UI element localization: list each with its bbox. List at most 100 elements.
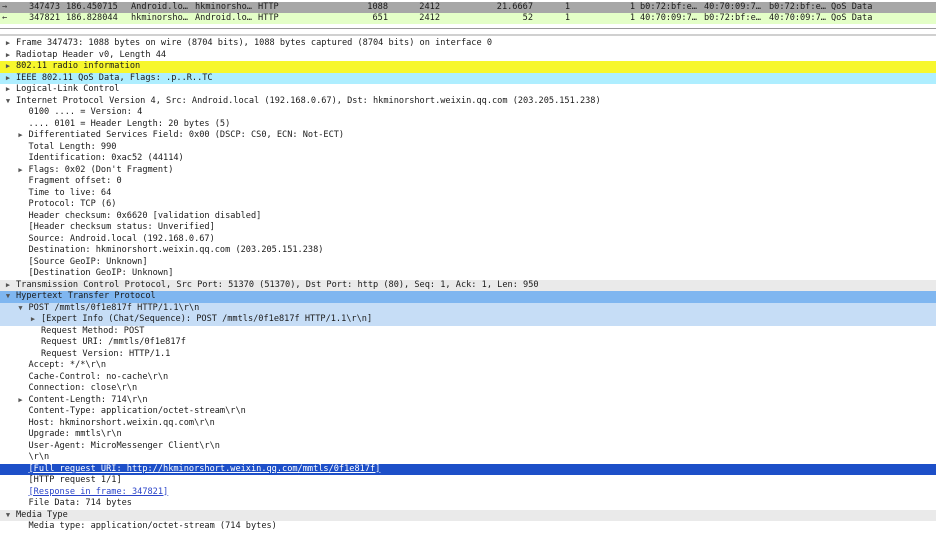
detail-row[interactable]: ▶ Logical-Link Control xyxy=(0,84,936,96)
detail-text: Host: hkminorshort.weixin.qq.com\r\n xyxy=(28,417,215,428)
packet-time: 186.450715 xyxy=(66,2,118,12)
detail-text: Fragment offset: 0 xyxy=(28,176,122,186)
detail-row[interactable]: [Response in frame: 347821] xyxy=(0,487,936,499)
detail-row[interactable]: .... 0101 = Header Length: 20 bytes (5) xyxy=(0,119,936,131)
detail-row[interactable]: ▶ 802.11 radio information xyxy=(0,61,936,73)
detail-text: Connection: close\r\n xyxy=(28,383,138,393)
detail-row[interactable]: Identification: 0xac52 (44114) xyxy=(0,153,936,165)
detail-text: [Expert Info (Chat/Sequence): POST /mmtl… xyxy=(41,314,373,324)
detail-text: Differentiated Services Field: 0x00 (DSC… xyxy=(28,130,345,140)
packet-destination: Android.lo… xyxy=(195,13,252,23)
packet-mac-3: 40:70:09:7… xyxy=(769,13,826,23)
packet-row[interactable]: → 347473 186.450715 Android.lo… hkminors… xyxy=(0,2,936,13)
expand-arrow-icon[interactable]: ▶ xyxy=(16,395,26,407)
detail-text: Radiotap Header v0, Length 44 xyxy=(16,49,167,60)
detail-row[interactable]: ▶ Content-Length: 714\r\n xyxy=(0,395,936,407)
detail-row[interactable]: Content-Type: application/octet-stream\r… xyxy=(0,406,936,418)
expand-arrow-icon[interactable]: ▶ xyxy=(3,84,13,96)
collapse-arrow-icon[interactable]: ▼ xyxy=(3,510,13,522)
detail-text: Accept: */*\r\n xyxy=(28,360,107,370)
detail-row[interactable]: Total Length: 990 xyxy=(0,142,936,154)
detail-row[interactable]: Request Version: HTTP/1.1 xyxy=(0,349,936,361)
detail-text: Media Type xyxy=(16,509,68,520)
detail-text: [HTTP request 1/1] xyxy=(28,475,122,485)
detail-text: Destination: hkminorshort.weixin.qq.com … xyxy=(28,245,324,255)
expand-arrow-icon[interactable]: ▶ xyxy=(3,38,13,50)
detail-row[interactable]: ▶ Differentiated Services Field: 0x00 (DS… xyxy=(0,130,936,142)
detail-row[interactable]: Cache-Control: no-cache\r\n xyxy=(0,372,936,384)
packet-source: hkminorsho… xyxy=(131,13,188,23)
collapse-arrow-icon[interactable]: ▼ xyxy=(3,291,13,303)
packet-rate: 52 xyxy=(522,13,533,23)
packet-details-tree: ▶ Frame 347473: 1088 bytes on wire (8704 … xyxy=(0,34,936,533)
detail-row[interactable]: Source: Android.local (192.168.0.67) xyxy=(0,234,936,246)
packet-protocol: HTTP xyxy=(258,2,279,12)
detail-row[interactable]: ▼ Hypertext Transfer Protocol xyxy=(0,291,936,303)
detail-row[interactable]: ▶ IEEE 802.11 QoS Data, Flags: .p..R..TC xyxy=(0,72,936,85)
detail-text: IEEE 802.11 QoS Data, Flags: .p..R..TC xyxy=(16,72,213,83)
detail-text: Transmission Control Protocol, Src Port:… xyxy=(16,279,539,290)
detail-row[interactable]: ▼ POST /mmtls/0f1e817f HTTP/1.1\r\n xyxy=(0,302,936,315)
packet-row[interactable]: ← 347821 186.828044 hkminorsho… Android.… xyxy=(0,13,936,24)
detail-row[interactable]: Host: hkminorshort.weixin.qq.com\r\n xyxy=(0,418,936,430)
expand-arrow-icon[interactable]: ▶ xyxy=(16,165,26,177)
detail-text: Logical-Link Control xyxy=(16,84,120,94)
detail-row[interactable]: [Destination GeoIP: Unknown] xyxy=(0,268,936,280)
detail-text: Request URI: /mmtls/0f1e817f xyxy=(41,337,186,347)
detail-text: \r\n xyxy=(28,452,50,462)
expand-arrow-icon[interactable]: ▶ xyxy=(3,50,13,62)
packet-length: 651 xyxy=(372,13,388,23)
detail-text: Protocol: TCP (6) xyxy=(28,199,117,209)
detail-text: [Header checksum status: Unverified] xyxy=(28,222,215,232)
detail-text: Source: Android.local (192.168.0.67) xyxy=(28,233,215,244)
expand-arrow-icon[interactable]: ▶ xyxy=(16,130,26,142)
packet-source: Android.lo… xyxy=(131,2,188,12)
detail-row[interactable]: ▶ Radiotap Header v0, Length 44 xyxy=(0,50,936,62)
detail-row[interactable]: 0100 .... = Version: 4 xyxy=(0,107,936,119)
detail-row[interactable]: [HTTP request 1/1] xyxy=(0,475,936,487)
detail-row[interactable]: ▼ Internet Protocol Version 4, Src: Andro… xyxy=(0,96,936,108)
packet-list: → 347473 186.450715 Android.lo… hkminors… xyxy=(0,0,936,29)
detail-row[interactable]: Protocol: TCP (6) xyxy=(0,199,936,211)
detail-row[interactable]: ▶ Flags: 0x02 (Don't Fragment) xyxy=(0,165,936,177)
expand-arrow-icon[interactable]: ▶ xyxy=(28,314,38,326)
detail-link[interactable]: [Full request URI: http://hkminorshort.w… xyxy=(29,464,381,476)
detail-text: File Data: 714 bytes xyxy=(28,498,132,508)
detail-row[interactable]: ▶ Transmission Control Protocol, Src Port… xyxy=(0,279,936,292)
detail-text: .... 0101 = Header Length: 20 bytes (5) xyxy=(28,118,231,129)
detail-text: 0100 .... = Version: 4 xyxy=(28,107,143,117)
detail-row[interactable]: \r\n xyxy=(0,452,936,464)
packet-number: 347821 xyxy=(28,13,60,23)
detail-row[interactable]: ▶ [Expert Info (Chat/Sequence): POST /mmt… xyxy=(0,314,936,326)
detail-row[interactable]: Upgrade: mmtls\r\n xyxy=(0,429,936,441)
detail-row[interactable]: Request Method: POST xyxy=(0,326,936,338)
collapse-arrow-icon[interactable]: ▼ xyxy=(16,303,26,315)
detail-text: Flags: 0x02 (Don't Fragment) xyxy=(28,164,174,175)
detail-link[interactable]: [Response in frame: 347821] xyxy=(29,487,169,499)
detail-row[interactable]: Time to live: 64 xyxy=(0,188,936,200)
packet-mac-1: 40:70:09:7… xyxy=(640,13,697,23)
packet-mac-1: b0:72:bf:e… xyxy=(640,2,697,12)
detail-row[interactable]: File Data: 714 bytes xyxy=(0,498,936,510)
detail-row[interactable]: Connection: close\r\n xyxy=(0,383,936,395)
detail-row[interactable]: User-Agent: MicroMessenger Client\r\n xyxy=(0,441,936,453)
expand-arrow-icon[interactable]: ▶ xyxy=(3,73,13,85)
detail-text: Identification: 0xac52 (44114) xyxy=(28,153,184,163)
detail-row[interactable]: [Source GeoIP: Unknown] xyxy=(0,257,936,269)
collapse-arrow-icon[interactable]: ▼ xyxy=(3,96,13,108)
expand-arrow-icon[interactable]: ▶ xyxy=(3,280,13,292)
detail-row[interactable]: ▶ Frame 347473: 1088 bytes on wire (8704 … xyxy=(0,38,936,50)
detail-row[interactable]: Request URI: /mmtls/0f1e817f xyxy=(0,337,936,349)
detail-row[interactable]: ▼ Media Type xyxy=(0,509,936,522)
detail-row[interactable]: Accept: */*\r\n xyxy=(0,360,936,372)
request-arrow-icon: → xyxy=(2,2,8,12)
detail-text: Content-Type: application/octet-stream\r… xyxy=(28,406,246,416)
expand-arrow-icon[interactable]: ▶ xyxy=(3,61,13,73)
detail-row[interactable]: Fragment offset: 0 xyxy=(0,176,936,188)
detail-row[interactable]: Destination: hkminorshort.weixin.qq.com … xyxy=(0,245,936,257)
detail-text: Request Version: HTTP/1.1 xyxy=(41,348,171,359)
detail-row[interactable]: [Header checksum status: Unverified] xyxy=(0,222,936,234)
packet-channel: 2412 xyxy=(419,2,440,12)
detail-row[interactable]: Header checksum: 0x6620 [validation disa… xyxy=(0,211,936,223)
detail-row[interactable]: [Full request URI: http://hkminorshort.w… xyxy=(0,463,936,476)
